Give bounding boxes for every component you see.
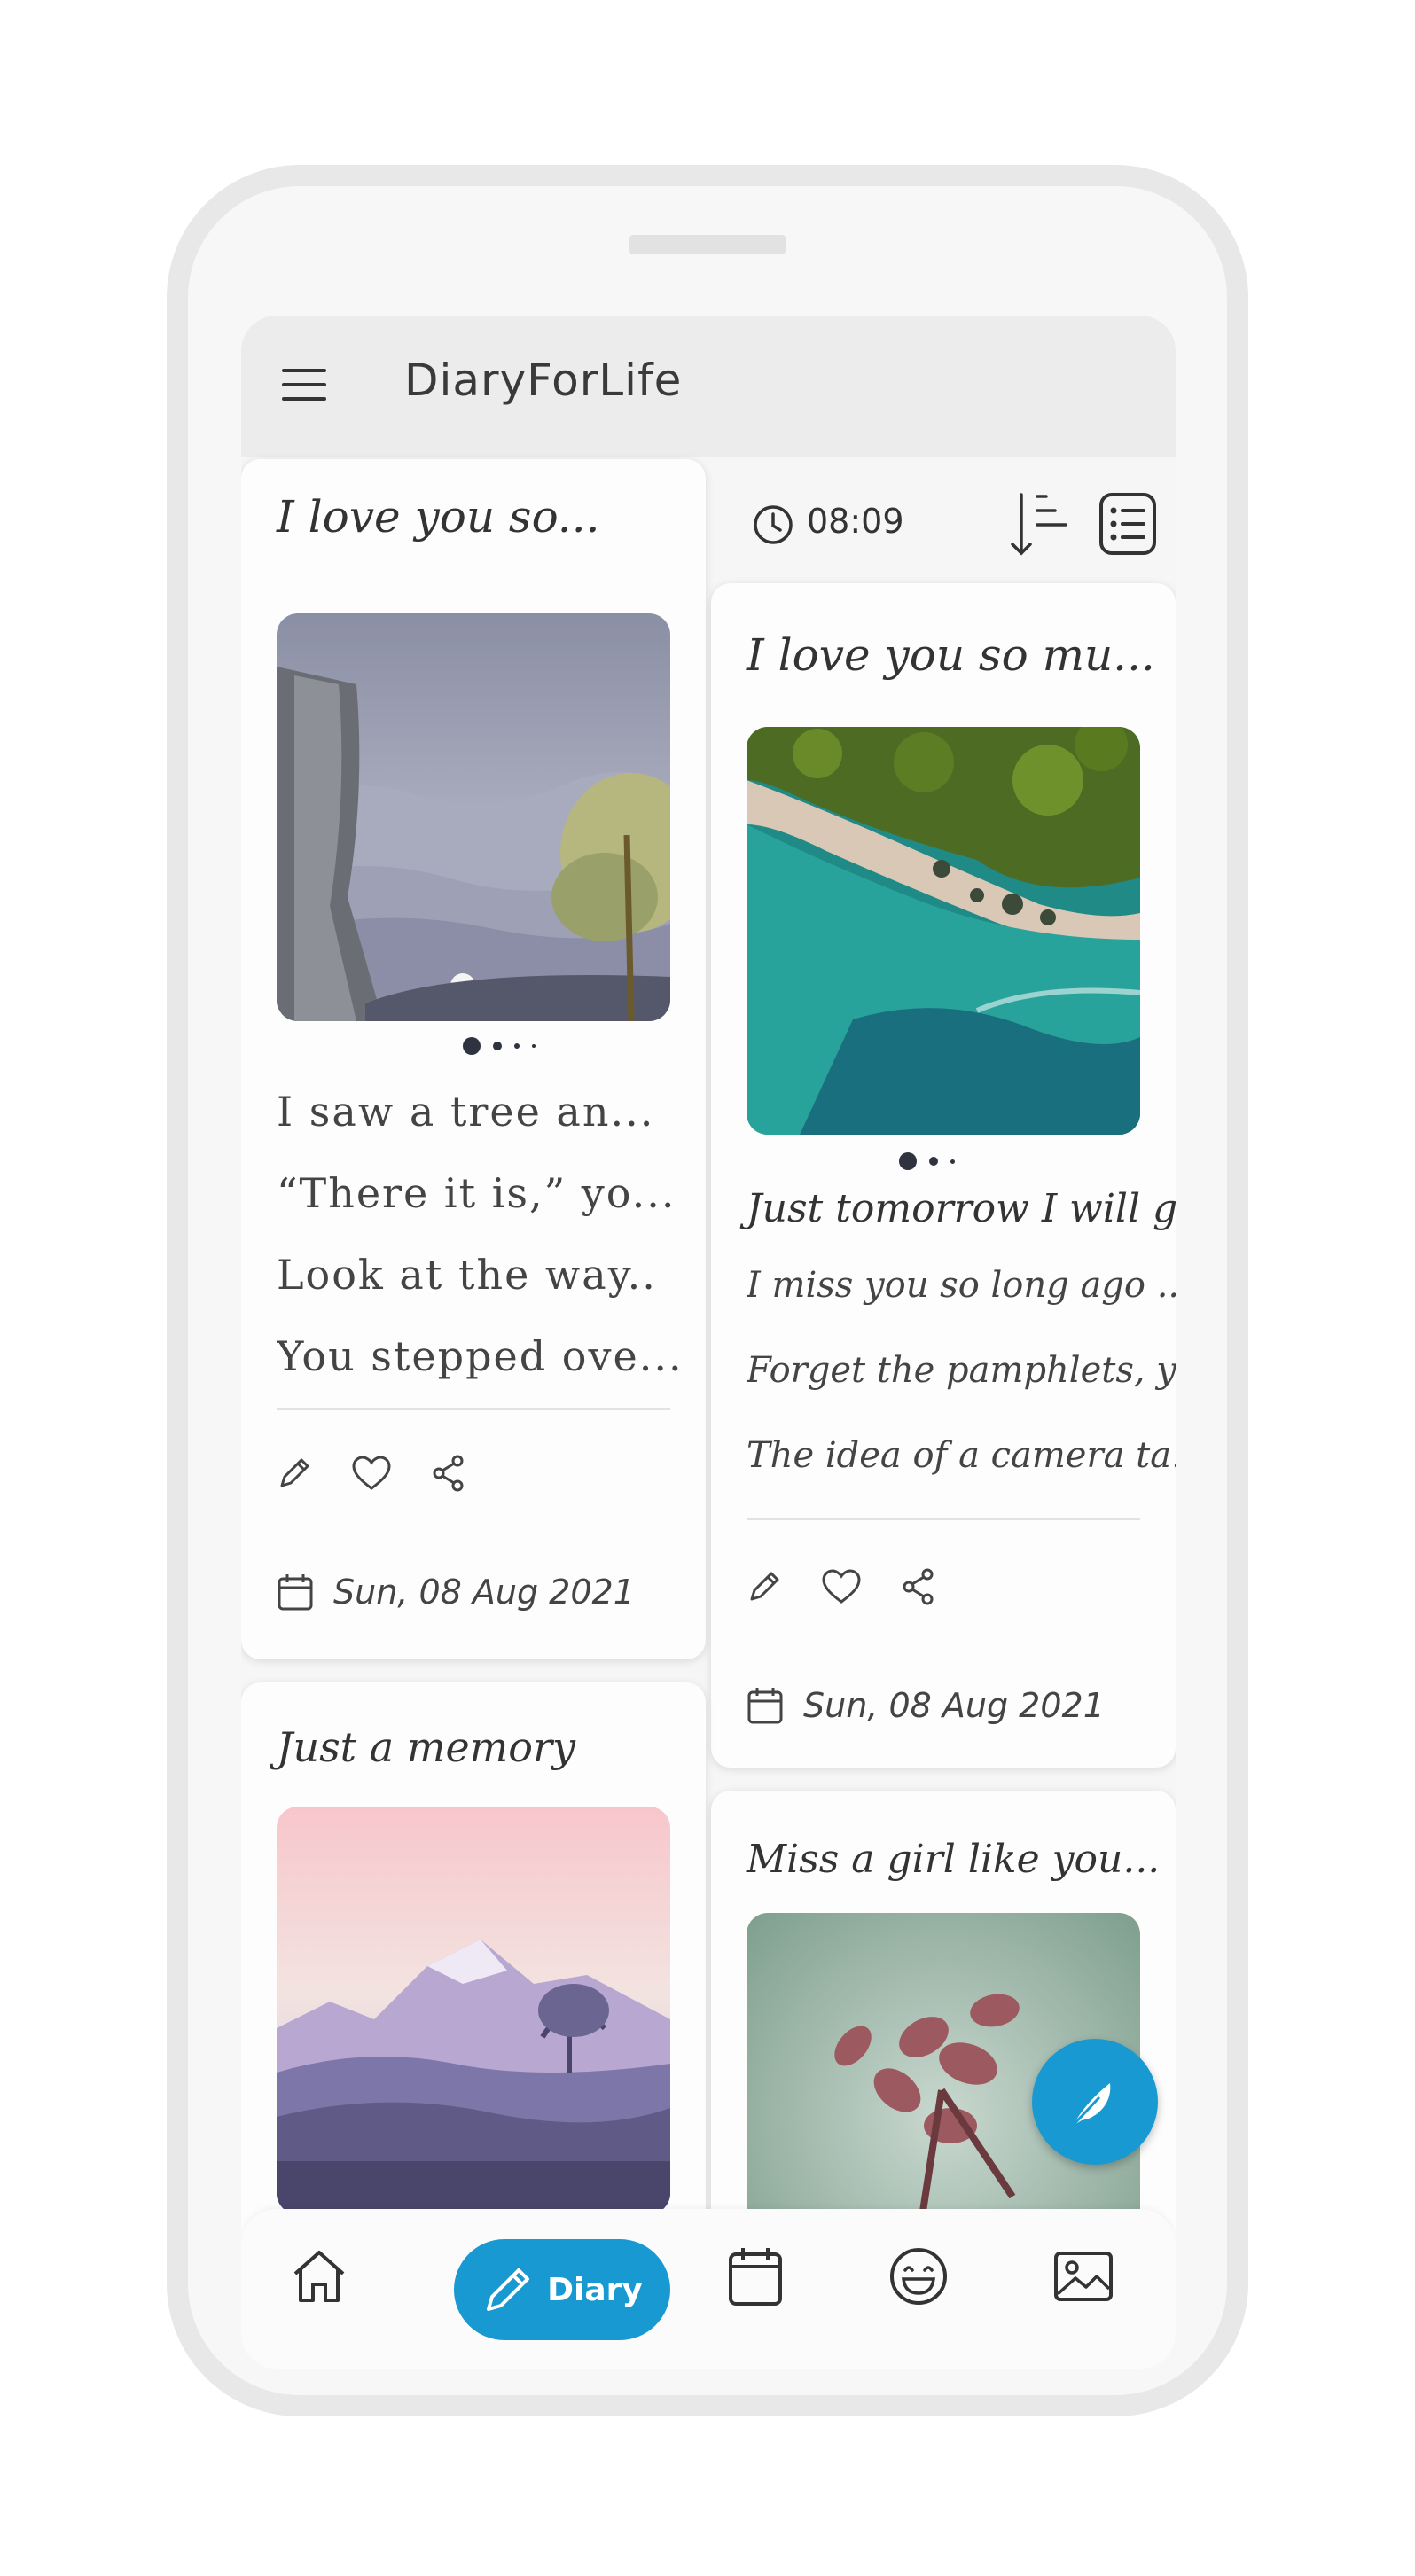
bottom-navigation: Diary [241, 2209, 1176, 2369]
card-image [747, 727, 1140, 1135]
heart-icon[interactable] [821, 1568, 862, 1605]
entry-line: I miss you so long ago .... [747, 1265, 1176, 1306]
sort-icon[interactable] [1009, 491, 1071, 558]
entry-subtitle: Just tomorrow I will go... [747, 1186, 1176, 1231]
pencil-icon[interactable] [747, 1569, 782, 1604]
entry-line: Look at the way.. [277, 1251, 657, 1299]
entry-line: I saw a tree an... [277, 1088, 655, 1136]
entry-line: “There it is,” yo... [277, 1169, 676, 1217]
diary-card[interactable]: I love you so mu... Just tomorrow I will… [711, 583, 1176, 1768]
app-title: DiaryForLife [404, 355, 683, 406]
divider [277, 1408, 670, 1410]
pencil-icon[interactable] [277, 1456, 312, 1491]
diary-card[interactable]: I love you so... I saw a tree an... “The… [241, 459, 706, 1659]
card-image [277, 1807, 670, 2214]
card-date: Sun, 08 Aug 2021 [747, 1686, 1105, 1725]
card-image [277, 613, 670, 1021]
entry-line: Forget the pamphlets, yo... [747, 1350, 1176, 1391]
card-title: I love you so mu... [747, 629, 1155, 681]
pencil-icon [481, 2263, 535, 2316]
nav-home[interactable] [284, 2241, 355, 2312]
entry-preview-lines: I miss you so long ago .... Forget the p… [747, 1243, 1176, 1498]
phone-speaker [629, 235, 786, 254]
nav-mood[interactable] [883, 2241, 954, 2312]
home-icon [288, 2245, 350, 2307]
card-title: Miss a girl like you... ··· [747, 1837, 1176, 1882]
list-view-icon[interactable] [1098, 491, 1160, 557]
time-display: 08:09 [807, 502, 904, 541]
share-icon[interactable] [901, 1567, 936, 1606]
image-pager-dots [463, 1037, 536, 1055]
entry-preview-lines: I saw a tree an... “There it is,” yo... … [277, 1071, 684, 1397]
app-bar: DiaryForLife [241, 316, 1176, 457]
card-title: I love you so... [277, 491, 600, 543]
feather-icon [1064, 2071, 1126, 2133]
calendar-icon [277, 1573, 314, 1612]
menu-icon[interactable] [282, 367, 326, 402]
list-toolbar: 08:09 [743, 482, 1176, 589]
card-actions [747, 1567, 936, 1606]
smiley-icon [887, 2245, 950, 2307]
share-icon[interactable] [431, 1454, 466, 1493]
new-entry-fab[interactable] [1032, 2039, 1158, 2165]
nav-calendar[interactable] [720, 2241, 791, 2312]
entry-line: You stepped ove... [277, 1332, 684, 1380]
image-pager-dots [899, 1152, 955, 1170]
app-screen: DiaryForLife 08:09 I love you so... I sa… [241, 316, 1176, 2369]
entry-line: The idea of a camera ta... [747, 1435, 1176, 1476]
nav-diary-button[interactable]: Diary [454, 2239, 670, 2340]
divider [747, 1518, 1140, 1520]
clock-icon [752, 503, 794, 546]
card-date: Sun, 08 Aug 2021 [277, 1573, 635, 1612]
nav-diary-label: Diary [547, 2271, 643, 2308]
calendar-icon [727, 2245, 784, 2307]
card-title: Just a memory [277, 1723, 575, 1771]
nav-gallery[interactable] [1048, 2241, 1119, 2312]
gallery-icon [1052, 2250, 1114, 2303]
calendar-icon [747, 1686, 784, 1725]
heart-icon[interactable] [351, 1455, 392, 1492]
card-actions [277, 1454, 466, 1493]
date-text: Sun, 08 Aug 2021 [803, 1686, 1105, 1725]
date-text: Sun, 08 Aug 2021 [333, 1573, 635, 1612]
